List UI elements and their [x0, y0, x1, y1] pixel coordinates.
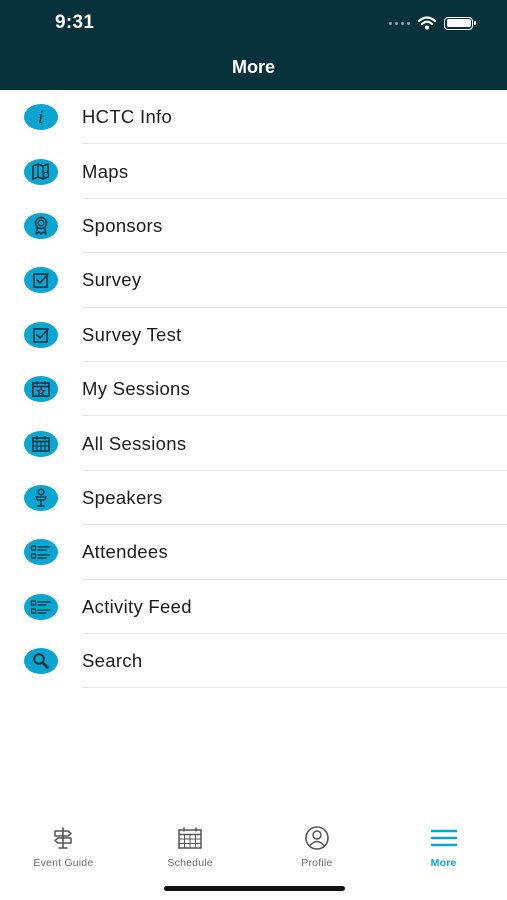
- ribbon-award-icon: [24, 212, 58, 239]
- menu-item-my-sessions[interactable]: My Sessions: [0, 362, 507, 417]
- map-icon: [24, 158, 58, 185]
- calendar-grid-icon: [24, 430, 58, 457]
- menu-item-all-sessions[interactable]: All Sessions: [0, 416, 507, 471]
- info-icon: i: [24, 104, 58, 131]
- menu-item-sponsors[interactable]: Sponsors: [0, 199, 507, 254]
- menu-item-label: Attendees: [82, 541, 169, 563]
- menu-item-activity-feed[interactable]: Activity Feed: [0, 580, 507, 634]
- menu-item-attendees[interactable]: Attendees: [0, 525, 507, 580]
- tab-bar: Event Guide Schedule Profile More: [0, 815, 507, 875]
- checkbox-icon: [24, 321, 58, 348]
- profile-icon: [304, 825, 330, 851]
- menu-item-label: Survey: [82, 269, 142, 291]
- checkbox-icon: [24, 267, 58, 294]
- divider: [82, 687, 507, 689]
- menu-item-label: Sponsors: [82, 214, 163, 236]
- menu-item-label: Survey Test: [82, 323, 182, 345]
- home-indicator: [164, 886, 345, 891]
- menu-item-hctc-info[interactable]: i HCTC Info: [0, 90, 507, 145]
- page-title: More: [231, 57, 275, 77]
- tab-label: Event Guide: [33, 857, 94, 869]
- status-icons: [389, 16, 476, 30]
- menu-item-survey-test[interactable]: Survey Test: [0, 308, 507, 362]
- signal-icon: [389, 21, 410, 25]
- menu-item-label: HCTC Info: [82, 106, 173, 128]
- menu-item-label: Search: [82, 650, 143, 672]
- search-icon: [24, 648, 58, 675]
- top-bar: 9:31 More: [0, 0, 507, 90]
- menu-item-survey[interactable]: Survey: [0, 253, 507, 308]
- podium-speaker-icon: [24, 484, 58, 511]
- signpost-icon: [51, 825, 75, 851]
- tab-label: Profile: [301, 857, 333, 869]
- menu-item-label: All Sessions: [82, 432, 187, 454]
- more-menu-list: i HCTC Info Maps Sponsors Survey Survey …: [0, 90, 507, 689]
- tab-label: Schedule: [167, 857, 213, 869]
- menu-item-search[interactable]: Search: [0, 634, 507, 689]
- tab-more[interactable]: More: [380, 815, 507, 875]
- menu-item-label: Speakers: [82, 486, 163, 508]
- status-time: 9:31: [55, 12, 95, 33]
- tab-schedule[interactable]: Schedule: [127, 815, 254, 875]
- tab-profile[interactable]: Profile: [254, 815, 381, 875]
- calendar-star-icon: [24, 376, 58, 403]
- tab-label: More: [430, 857, 457, 869]
- menu-item-label: Maps: [82, 160, 129, 182]
- calendar-icon: [177, 825, 203, 851]
- svg-text:i: i: [38, 108, 43, 126]
- menu-item-speakers[interactable]: Speakers: [0, 471, 507, 526]
- battery-icon: [444, 16, 476, 30]
- wifi-icon: [418, 16, 436, 30]
- list-icon: [24, 539, 58, 566]
- menu-item-label: My Sessions: [82, 378, 191, 400]
- menu-item-label: Activity Feed: [82, 595, 192, 617]
- tab-event-guide[interactable]: Event Guide: [0, 815, 127, 875]
- menu-icon: [430, 825, 457, 851]
- menu-item-maps[interactable]: Maps: [0, 144, 507, 199]
- list-icon: [24, 593, 58, 620]
